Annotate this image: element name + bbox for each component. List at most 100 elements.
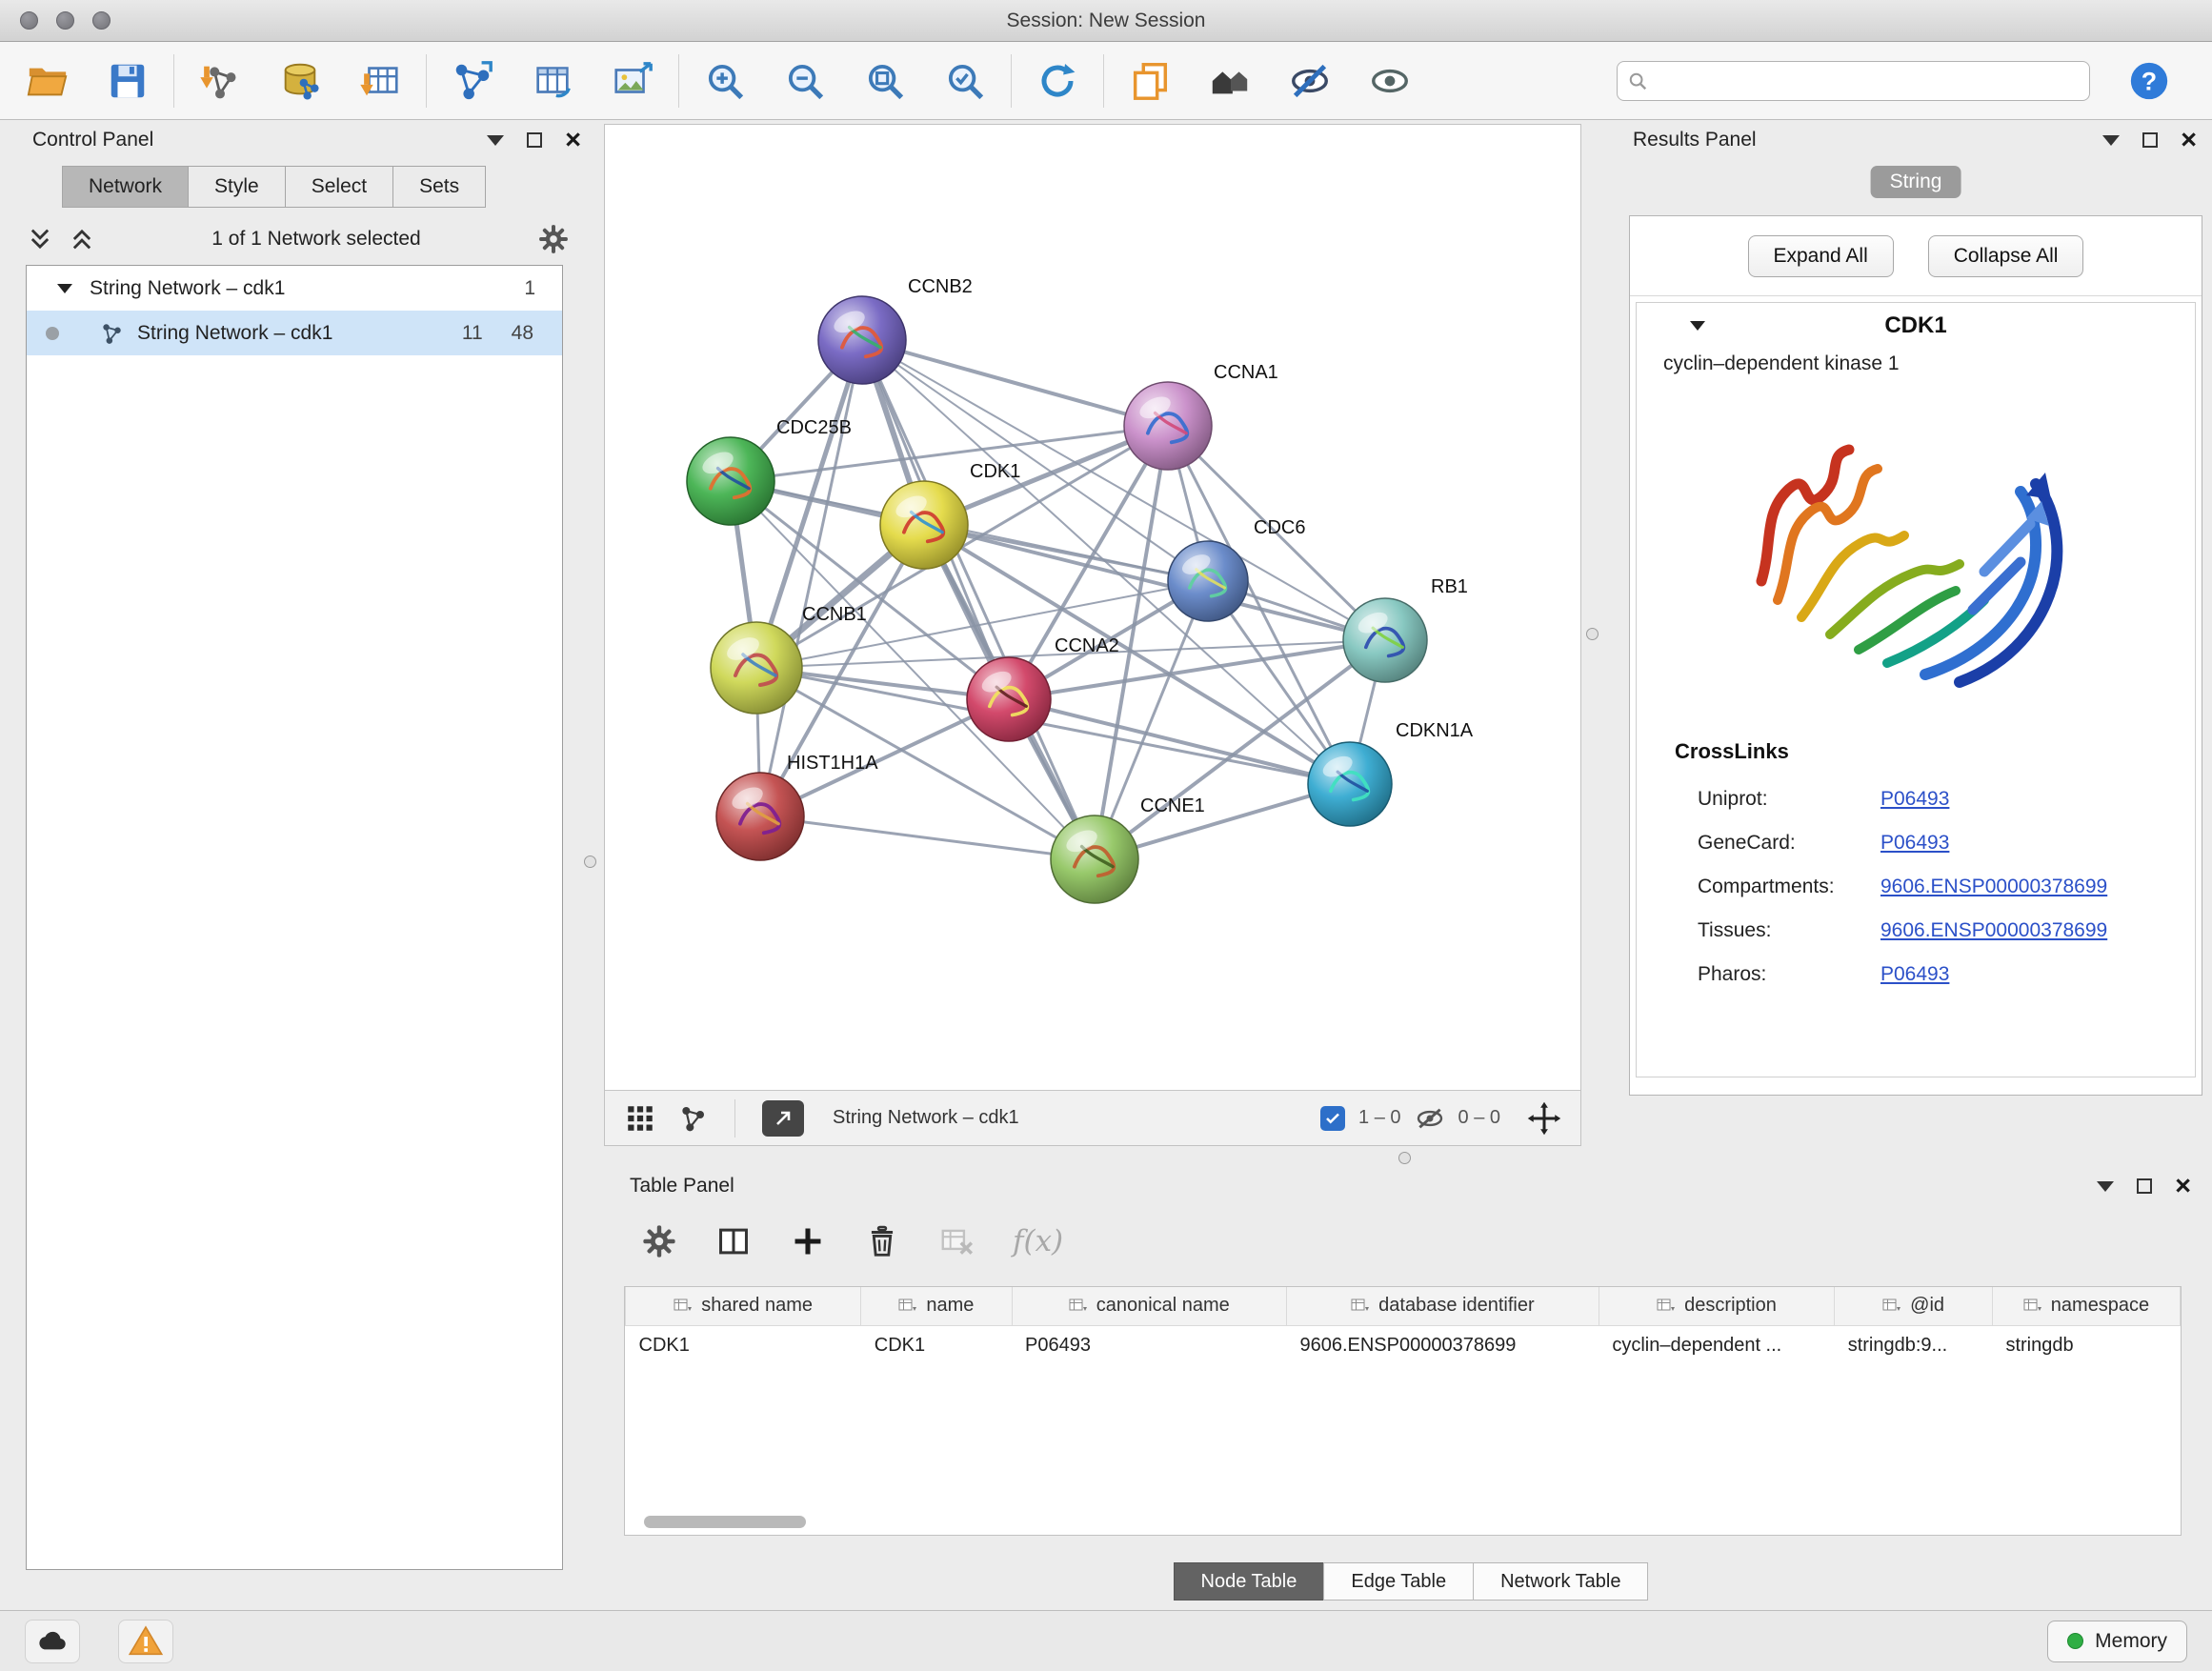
tab-network-table[interactable]: Network Table bbox=[1473, 1562, 1648, 1601]
import-network-database-button[interactable] bbox=[273, 54, 327, 108]
node-CDKN1A[interactable]: CDKN1A bbox=[1308, 720, 1474, 826]
panel-close-icon[interactable]: × bbox=[565, 127, 581, 154]
table-cell[interactable]: stringdb bbox=[1992, 1325, 2180, 1365]
warnings-button[interactable] bbox=[118, 1620, 173, 1663]
crosslink-value-link[interactable]: P06493 bbox=[1880, 963, 1949, 986]
table-cell[interactable]: 9606.ENSP00000378699 bbox=[1286, 1325, 1599, 1365]
show-button[interactable] bbox=[1363, 54, 1417, 108]
column-header--id[interactable]: @id bbox=[1835, 1287, 1993, 1325]
selected-nodes-checkbox[interactable] bbox=[1320, 1106, 1345, 1131]
delete-column-icon[interactable] bbox=[864, 1223, 900, 1259]
hidden-eye-slash-icon[interactable] bbox=[1415, 1103, 1445, 1134]
network-row-selected[interactable]: String Network – cdk1 11 48 bbox=[27, 311, 562, 355]
home-button[interactable] bbox=[1203, 54, 1257, 108]
node-HIST1H1A[interactable]: HIST1H1A bbox=[716, 753, 878, 860]
expand-all-button[interactable]: Expand All bbox=[1748, 235, 1894, 277]
splitter-handle[interactable] bbox=[1398, 1152, 1411, 1164]
collapse-all-icon[interactable] bbox=[27, 226, 53, 252]
zoom-out-button[interactable] bbox=[778, 54, 832, 108]
gear-icon[interactable] bbox=[537, 223, 570, 255]
hide-button[interactable] bbox=[1283, 54, 1337, 108]
panel-float-icon[interactable] bbox=[487, 135, 504, 146]
tab-node-table[interactable]: Node Table bbox=[1174, 1562, 1325, 1601]
pan-crosshair-icon[interactable] bbox=[1527, 1101, 1561, 1136]
refresh-icon bbox=[1036, 59, 1079, 103]
crosslink-value-link[interactable]: 9606.ENSP00000378699 bbox=[1880, 876, 2107, 898]
edge-CCNB2-CCNE1[interactable] bbox=[862, 340, 1095, 859]
network-overview-icon[interactable] bbox=[677, 1103, 708, 1134]
zoom-selected-button[interactable] bbox=[938, 54, 992, 108]
import-table-button[interactable] bbox=[353, 54, 407, 108]
copy-button[interactable] bbox=[1123, 54, 1176, 108]
table-row[interactable]: CDK1CDK1P064939606.ENSP00000378699cyclin… bbox=[626, 1325, 2181, 1365]
node-CDK1[interactable]: CDK1 bbox=[880, 461, 1020, 569]
export-image-button[interactable] bbox=[606, 54, 659, 108]
crosslink-value-link[interactable]: 9606.ENSP00000378699 bbox=[1880, 919, 2107, 942]
table-cell[interactable]: CDK1 bbox=[626, 1325, 861, 1365]
expand-all-icon[interactable] bbox=[69, 226, 95, 252]
results-float-icon[interactable] bbox=[2102, 135, 2120, 146]
panel-maximize-icon[interactable] bbox=[527, 132, 542, 148]
new-network-button[interactable] bbox=[446, 54, 499, 108]
node-CCNB1[interactable]: CCNB1 bbox=[711, 604, 867, 714]
search-input[interactable] bbox=[1656, 70, 2080, 91]
add-column-icon[interactable] bbox=[790, 1223, 826, 1259]
tab-sets[interactable]: Sets bbox=[392, 166, 486, 208]
memory-button[interactable]: Memory bbox=[2047, 1621, 2187, 1662]
collection-disclosure-icon[interactable] bbox=[57, 284, 72, 293]
crosslink-value-link[interactable]: P06493 bbox=[1880, 832, 1949, 855]
column-header-canonical-name[interactable]: canonical name bbox=[1012, 1287, 1286, 1325]
results-close-icon[interactable]: × bbox=[2181, 127, 2197, 154]
node-CCNA1[interactable]: CCNA1 bbox=[1124, 362, 1278, 470]
node-CCNB2[interactable]: CCNB2 bbox=[818, 276, 973, 384]
node-RB1[interactable]: RB1 bbox=[1343, 576, 1468, 682]
table-float-icon[interactable] bbox=[2097, 1181, 2114, 1192]
table-cell[interactable]: stringdb:9... bbox=[1835, 1325, 1993, 1365]
gene-disclosure-icon[interactable] bbox=[1690, 321, 1705, 331]
cloud-status-button[interactable] bbox=[25, 1620, 80, 1663]
open-in-window-button[interactable] bbox=[762, 1100, 804, 1137]
results-maximize-icon[interactable] bbox=[2142, 132, 2158, 148]
table-hscrollbar[interactable] bbox=[633, 1516, 823, 1529]
table-cell[interactable]: CDK1 bbox=[861, 1325, 1012, 1365]
column-header-description[interactable]: description bbox=[1599, 1287, 1834, 1325]
help-button[interactable]: ? bbox=[2122, 54, 2176, 108]
apply-layout-button[interactable] bbox=[1031, 54, 1084, 108]
show-columns-icon[interactable] bbox=[715, 1223, 752, 1259]
table-settings-gear-icon[interactable] bbox=[641, 1223, 677, 1259]
network-canvas[interactable]: CCNB2CCNA1CDC25BCDK1CDC6RB1CCNB1CCNA2CDK… bbox=[605, 125, 1580, 1090]
column-header-namespace[interactable]: namespace bbox=[1992, 1287, 2180, 1325]
tab-select[interactable]: Select bbox=[285, 166, 393, 208]
function-builder-icon[interactable]: f(x) bbox=[1013, 1224, 1063, 1258]
table-close-icon[interactable]: × bbox=[2175, 1173, 2191, 1200]
delete-table-icon[interactable] bbox=[938, 1223, 975, 1259]
splitter-handle[interactable] bbox=[1586, 628, 1599, 640]
column-header-name[interactable]: name bbox=[861, 1287, 1012, 1325]
zoom-fit-button[interactable] bbox=[858, 54, 912, 108]
edge-CCNE1-HIST1H1A[interactable] bbox=[760, 816, 1095, 859]
tab-edge-table[interactable]: Edge Table bbox=[1323, 1562, 1474, 1601]
collapse-all-button[interactable]: Collapse All bbox=[1928, 235, 2084, 277]
application-window: Session: New Session bbox=[0, 0, 2212, 1671]
search-box[interactable] bbox=[1617, 61, 2090, 101]
new-table-button[interactable] bbox=[526, 54, 579, 108]
save-session-button[interactable] bbox=[101, 54, 154, 108]
import-network-file-button[interactable] bbox=[193, 54, 247, 108]
table-cell[interactable]: P06493 bbox=[1012, 1325, 1286, 1365]
table-cell[interactable]: cyclin–dependent ... bbox=[1599, 1325, 1834, 1365]
table-maximize-icon[interactable] bbox=[2137, 1178, 2152, 1194]
column-header-database-identifier[interactable]: database identifier bbox=[1286, 1287, 1599, 1325]
crosslink-value-link[interactable]: P06493 bbox=[1880, 788, 1949, 811]
column-header-shared-name[interactable]: shared name bbox=[626, 1287, 861, 1325]
tab-network[interactable]: Network bbox=[62, 166, 189, 208]
network-collection-row[interactable]: String Network – cdk1 1 bbox=[27, 266, 562, 311]
window-title: Session: New Session bbox=[0, 0, 2212, 42]
tab-style[interactable]: Style bbox=[188, 166, 286, 208]
splitter-handle[interactable] bbox=[584, 856, 596, 868]
results-tab-string[interactable]: String bbox=[1871, 166, 1961, 198]
open-session-button[interactable] bbox=[21, 54, 74, 108]
zoom-in-button[interactable] bbox=[698, 54, 752, 108]
edge-CCNB2-HIST1H1A[interactable] bbox=[760, 340, 862, 816]
grid-view-icon[interactable] bbox=[624, 1102, 656, 1135]
node-table[interactable]: shared namenamecanonical namedatabase id… bbox=[624, 1286, 2182, 1536]
